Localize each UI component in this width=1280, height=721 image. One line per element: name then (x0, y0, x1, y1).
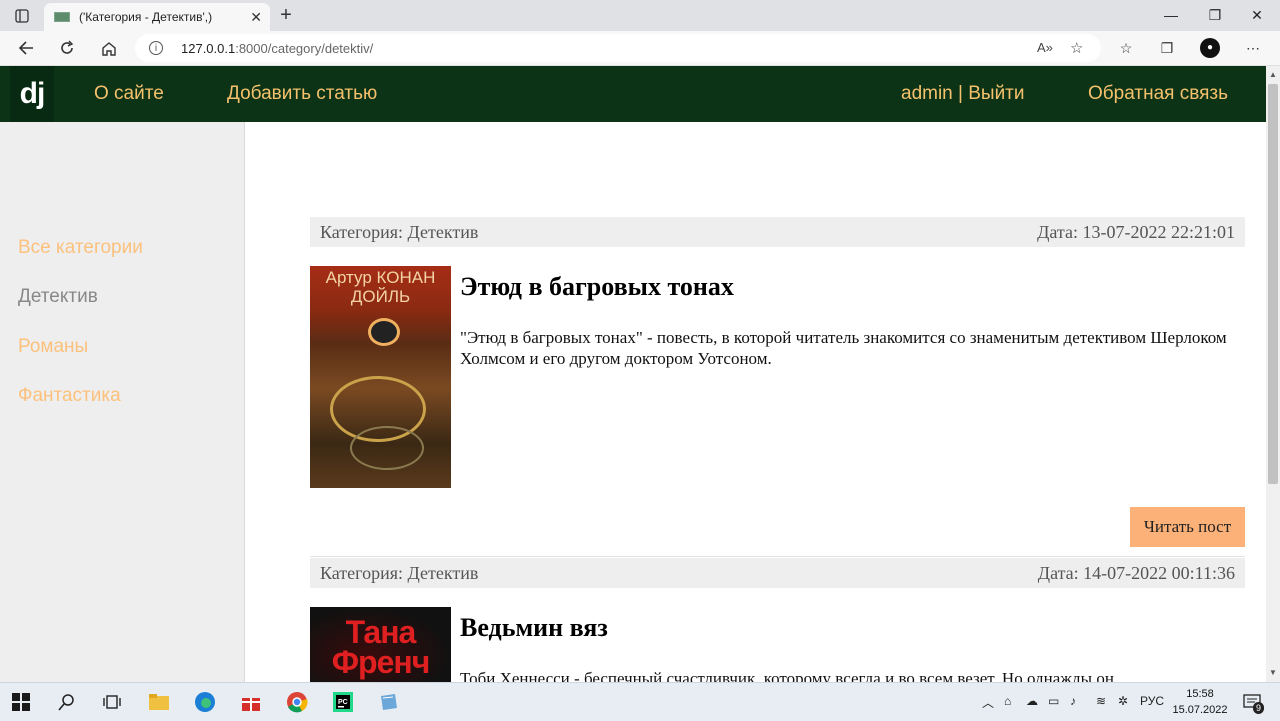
cover-pipe-shape (350, 426, 424, 470)
notes-icon (381, 694, 397, 710)
collections-icon[interactable]: ❐ (1158, 39, 1176, 57)
clock-date: 15.07.2022 (1172, 704, 1228, 716)
tray-settings-icon[interactable]: ✲ (1118, 694, 1128, 708)
notification-count-badge: 9 (1253, 702, 1265, 714)
maximize-button[interactable]: ❐ (1192, 4, 1238, 26)
pycharm-icon: PC (333, 692, 353, 712)
tray-volume-icon[interactable]: ♪ (1070, 694, 1076, 708)
folder-icon (149, 694, 169, 710)
cover-emblem (368, 318, 400, 346)
close-window-button[interactable]: ✕ (1234, 4, 1280, 26)
edge-browser-button[interactable] (192, 689, 218, 715)
tab-actions-button[interactable] (8, 5, 36, 27)
browser-tabstrip: ('Категория - Детектив',) ✕ + — ❐ ✕ (0, 0, 1280, 31)
post-excerpt: "Этюд в багровых тонах" - повесть, в кот… (460, 328, 1227, 368)
browser-tab-active[interactable]: ('Категория - Детектив',) ✕ (44, 3, 270, 31)
sidebar-item-novels[interactable]: Романы (18, 336, 88, 358)
tray-battery-icon[interactable]: ▭ (1048, 694, 1059, 708)
post-title[interactable]: Ведьмин вяз (460, 613, 608, 643)
post-cover-image: Артур КОНАН ДОЙЛЬ (310, 266, 451, 488)
browser-toolbar: i 127.0.0.1:8000/category/detektiv/ A» ☆… (0, 31, 1280, 66)
home-icon (102, 41, 116, 56)
post-meta-bar: Категория: Детектив Дата: 14-07-2022 00:… (310, 558, 1245, 588)
post-category: Категория: Детектив (320, 222, 479, 242)
new-tab-button[interactable]: + (275, 4, 297, 26)
tray-cloud-icon[interactable]: ☁ (1026, 694, 1038, 708)
nav-add-article-link[interactable]: Добавить статью (227, 83, 377, 105)
nav-user-logout-link[interactable]: admin | Выйти (901, 83, 1025, 105)
sidebar-item-detective: Детектив (18, 286, 98, 307)
tray-network-icon[interactable]: ⌂ (1004, 694, 1011, 708)
scroll-up-icon[interactable]: ▲ (1269, 70, 1277, 79)
minimize-button[interactable]: — (1148, 4, 1194, 26)
search-icon (58, 694, 74, 711)
url-text: 127.0.0.1:8000/category/detektiv/ (181, 41, 373, 56)
url-host: 127.0.0.1 (181, 40, 236, 56)
search-button[interactable] (54, 689, 80, 715)
add-favorite-icon[interactable]: ☆ (1070, 39, 1083, 57)
tab-close-icon[interactable]: ✕ (250, 9, 262, 25)
nav-feedback-link[interactable]: Обратная связь (1088, 83, 1228, 105)
scrollbar-thumb[interactable] (1268, 84, 1278, 484)
notes-app-button[interactable] (376, 689, 402, 715)
windows-logo-icon (12, 693, 30, 711)
post-excerpt: Тоби Хеннесси - беспечный счастливчик, к… (460, 669, 1114, 682)
chrome-icon (287, 692, 308, 713)
tray-overflow-icon[interactable]: ︿ (982, 694, 994, 711)
site-info-icon[interactable]: i (149, 41, 163, 55)
category-sidebar: Все категории Детектив Романы Фантастика (0, 122, 245, 682)
post-date: Дата: 14-07-2022 00:11:36 (1037, 563, 1235, 583)
more-menu-icon[interactable]: ⋯ (1244, 39, 1262, 57)
windows-taskbar: PC ︿ ⌂ ☁ ▭ ♪ ≋ ✲ РУС 15:58 15.07.2022 9 (0, 682, 1280, 721)
tab-actions-icon (15, 9, 29, 23)
taskbar-clock[interactable]: 15:58 15.07.2022 (1165, 686, 1235, 718)
cover-author-text: Артур КОНАН ДОЙЛЬ (325, 268, 436, 306)
back-button[interactable] (14, 37, 38, 59)
edge-icon (195, 692, 215, 712)
sidebar-all-categories[interactable]: Все категории (18, 237, 143, 259)
favorites-icon[interactable]: ☆ (1117, 39, 1135, 57)
home-button[interactable] (97, 37, 121, 59)
notification-center-button[interactable]: 9 (1240, 689, 1266, 715)
start-button[interactable] (8, 689, 34, 715)
read-post-button[interactable]: Читать пост (1130, 507, 1245, 547)
page-favicon-icon (54, 12, 70, 22)
read-aloud-icon[interactable]: A» (1037, 40, 1053, 55)
sidebar-item-fantasy[interactable]: Фантастика (18, 385, 121, 407)
task-view-icon (103, 695, 121, 709)
post-divider (310, 556, 1245, 557)
page-viewport: dj О сайте Добавить статью admin | Выйти… (0, 66, 1266, 682)
page-scrollbar[interactable]: ▲ ▼ (1266, 66, 1280, 682)
post-title[interactable]: Этюд в багровых тонах (460, 272, 734, 302)
post-category: Категория: Детектив (320, 563, 479, 583)
cover-author-text: Тана Френч (331, 614, 431, 680)
gift-app-button[interactable] (238, 689, 264, 715)
post-cover-image: Тана Френч (310, 607, 451, 682)
svg-text:PC: PC (338, 699, 348, 706)
pycharm-button[interactable]: PC (330, 689, 356, 715)
reload-icon (61, 40, 74, 54)
chrome-button[interactable] (284, 689, 310, 715)
file-explorer-button[interactable] (146, 689, 172, 715)
address-bar[interactable]: i 127.0.0.1:8000/category/detektiv/ A» ☆ (135, 34, 1101, 62)
task-view-button[interactable] (99, 689, 125, 715)
django-logo[interactable]: dj (10, 66, 54, 122)
reload-button[interactable] (55, 37, 79, 59)
post-date: Дата: 13-07-2022 22:21:01 (1037, 222, 1235, 242)
scroll-down-icon[interactable]: ▼ (1269, 668, 1277, 677)
url-path: :8000/category/detektiv/ (235, 40, 374, 56)
profile-avatar[interactable]: ● (1200, 38, 1220, 58)
tab-title: ('Категория - Детектив',) (79, 10, 213, 24)
site-header: dj О сайте Добавить статью admin | Выйти… (0, 66, 1266, 122)
gift-icon (242, 698, 260, 711)
back-arrow-icon (18, 41, 33, 55)
nav-about-link[interactable]: О сайте (94, 83, 164, 105)
clock-time: 15:58 (1186, 688, 1214, 700)
language-indicator[interactable]: РУС (1140, 694, 1164, 708)
post-meta-bar: Категория: Детектив Дата: 13-07-2022 22:… (310, 217, 1245, 247)
tray-wifi-icon[interactable]: ≋ (1096, 694, 1106, 708)
